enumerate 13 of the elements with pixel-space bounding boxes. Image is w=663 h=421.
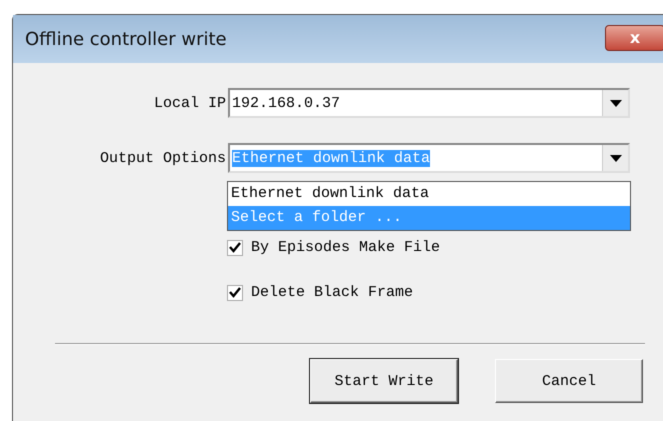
field-label: Local IP (152, 94, 227, 112)
checkbox-label: Delete Black Frame (251, 284, 414, 301)
dropdown-arrow-icon (610, 100, 622, 106)
dialog-button[interactable]: Cancel (495, 359, 643, 403)
dialog-button[interactable]: Start Write (310, 359, 458, 403)
dropdown-arrow-icon (610, 154, 622, 162)
field-label: Output Options (98, 150, 227, 166)
ip-combo-box[interactable]: 192.168.0.37 (228, 88, 630, 118)
window-title: Offline controller write (25, 28, 227, 50)
checkbox[interactable] (227, 284, 243, 300)
dropdown-option[interactable]: Ethernet downlink data (228, 182, 630, 206)
checkbox[interactable] (227, 240, 243, 256)
checkbox-label: By Episodes Make File (251, 239, 440, 256)
